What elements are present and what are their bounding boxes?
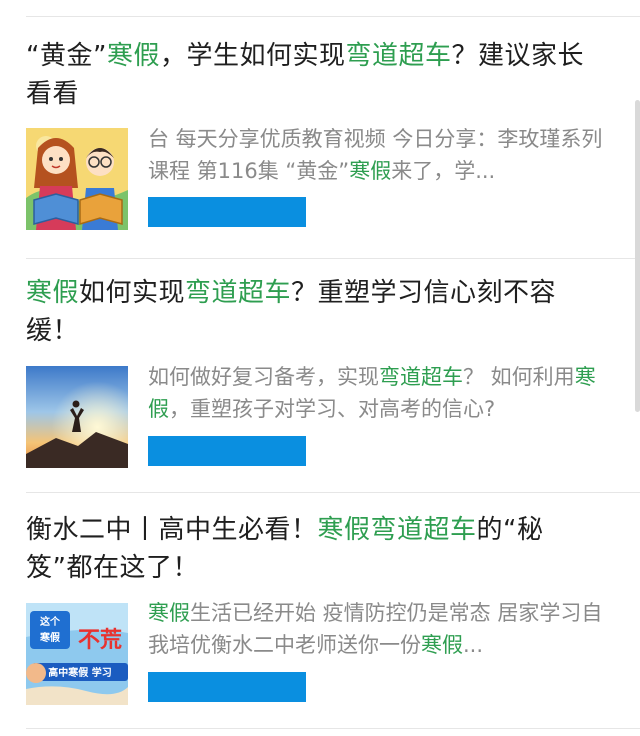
sunrise-mountain-thumbnail[interactable] <box>26 366 128 468</box>
divider <box>26 492 640 493</box>
highlight-keyword: 弯道超车 <box>185 278 292 308</box>
highlight-keyword: 寒假 <box>421 633 463 657</box>
winter-break-banner-thumbnail[interactable]: 这个 寒假 不荒 高中寒假 学习 <box>26 603 128 705</box>
source-tag-bar[interactable] <box>148 197 306 227</box>
thumb-text-banner: 高中寒假 学习 <box>48 666 111 679</box>
text-segment: 来了，学... <box>391 159 496 183</box>
highlight-keyword: 寒假 <box>148 601 190 625</box>
divider <box>26 16 640 17</box>
thumb-text-line1: 这个 <box>40 615 61 628</box>
text-segment: ，学生如何实现 <box>159 41 346 71</box>
highlight-keyword: 弯道超车 <box>379 365 463 389</box>
highlight-keyword: 寒假 <box>106 41 160 71</box>
text-segment: 生活已经开始 疫情防控仍是常态 居家学习自我培优衡水二中老师送你一份 <box>148 601 603 657</box>
kids-reading-thumbnail[interactable] <box>26 128 128 230</box>
thumb-text-line2: 寒假 <box>39 631 61 644</box>
divider <box>26 258 640 259</box>
highlight-keyword: 寒假 <box>349 159 392 183</box>
text-segment: ？ 如何利用 <box>463 365 575 389</box>
source-tag-bar[interactable] <box>148 436 306 466</box>
text-segment: ... <box>463 633 484 657</box>
article-summary: 台 每天分享优质教育视频 今日分享：李玫瑾系列课程 第116集 “黄金”寒假来了… <box>148 123 610 187</box>
article-summary: 寒假生活已经开始 疫情防控仍是常态 居家学习自我培优衡水二中老师送你一份寒假..… <box>148 597 610 661</box>
text-segment: 如何做好复习备考，实现 <box>148 365 379 389</box>
scrollbar[interactable] <box>635 100 640 412</box>
article-title[interactable]: 寒假如何实现弯道超车？重塑学习信心刻不容缓！ <box>26 274 606 350</box>
divider <box>26 728 640 729</box>
text-segment: 如何实现 <box>79 278 186 308</box>
source-tag-bar[interactable] <box>148 672 306 702</box>
article-title[interactable]: “黄金”寒假，学生如何实现弯道超车？建议家长看看 <box>26 37 606 113</box>
article-summary: 如何做好复习备考，实现弯道超车？ 如何利用寒假，重塑孩子对学习、对高考的信心? <box>148 361 610 425</box>
article-title[interactable]: 衡水二中丨高中生必看！寒假弯道超车的“秘笈”都在这了！ <box>26 511 606 587</box>
highlight-keyword: 弯道超车 <box>345 41 452 71</box>
highlight-keyword: 寒假 <box>26 278 80 308</box>
search-results-page: “黄金”寒假，学生如何实现弯道超车？建议家长看看 台 每天分享优质教育视频 今日… <box>0 0 640 736</box>
text-segment: “黄金” <box>26 41 107 71</box>
text-segment: 衡水二中丨高中生必看！ <box>26 515 318 545</box>
highlight-keyword: 寒假弯道超车 <box>317 515 477 545</box>
text-segment: ，重塑孩子对学习、对高考的信心? <box>169 397 496 421</box>
thumb-text-big: 不荒 <box>78 628 122 653</box>
